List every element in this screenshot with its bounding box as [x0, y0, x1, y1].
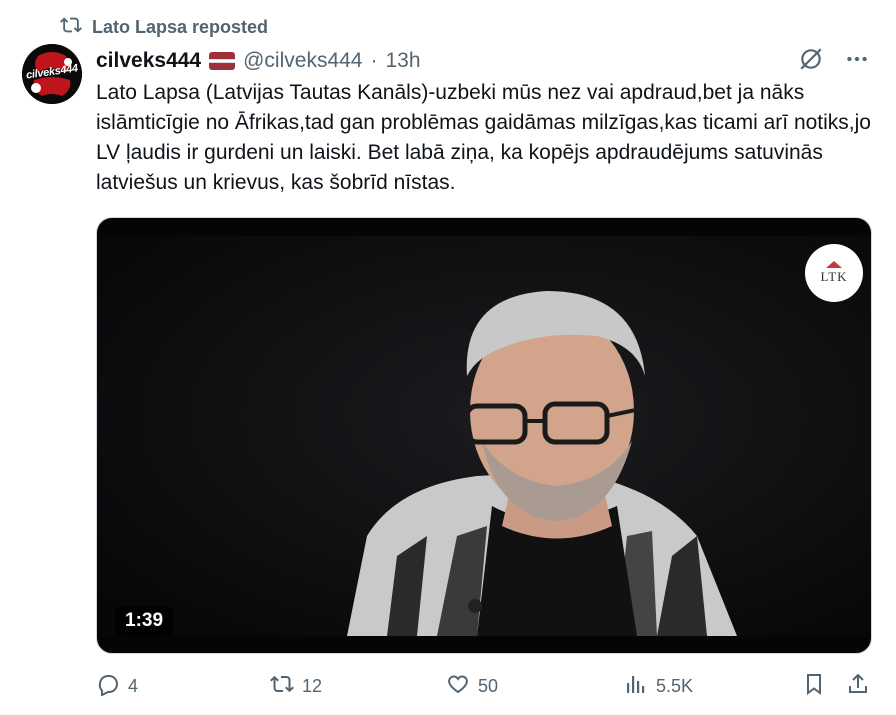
channel-logo-roof-icon — [826, 261, 842, 268]
action-bar: 4 12 50 5.5K — [96, 672, 876, 706]
reply-icon — [96, 672, 120, 701]
bookmark-button[interactable] — [802, 672, 826, 701]
like-button[interactable]: 50 — [446, 672, 498, 701]
video-thumbnail — [97, 236, 871, 636]
user-handle[interactable]: @cilveks444 — [243, 49, 362, 73]
video-duration: 1:39 — [115, 606, 174, 636]
channel-logo-text: LTK — [820, 269, 848, 284]
video-frame — [97, 236, 871, 636]
repost-indicator[interactable]: Lato Lapsa reposted — [60, 14, 268, 40]
post-time[interactable]: 13h — [385, 49, 420, 73]
latvia-flag-icon — [209, 52, 236, 70]
video-player[interactable]: LTK 1:39 — [96, 217, 872, 654]
reply-count: 4 — [128, 676, 139, 696]
share-icon — [846, 672, 870, 701]
repost-count: 12 — [302, 676, 323, 696]
heart-icon — [446, 672, 470, 701]
display-name[interactable]: cilveks444 — [96, 49, 201, 73]
reply-button[interactable]: 4 — [96, 672, 138, 701]
post-card[interactable]: Lato Lapsa reposted cilveks444 cilveks44… — [0, 0, 896, 715]
views-bar-chart-icon — [624, 672, 648, 701]
like-count: 50 — [478, 676, 499, 696]
separator-dot: · — [370, 49, 378, 72]
views-button[interactable]: 5.5K — [624, 672, 693, 701]
more-options-icon[interactable] — [844, 46, 870, 77]
post-header: cilveks444 @cilveks444 · 13h — [96, 44, 421, 78]
tweet-text: Lato Lapsa (Latvijas Tautas Kanāls)-uzbe… — [96, 81, 871, 194]
repost-action-icon — [270, 672, 294, 701]
share-button[interactable] — [846, 672, 870, 701]
repost-button[interactable]: 12 — [270, 672, 322, 701]
bookmark-icon — [802, 672, 826, 701]
view-count: 5.5K — [656, 676, 694, 696]
avatar[interactable]: cilveks444 — [22, 44, 82, 104]
grok-icon[interactable] — [798, 46, 824, 77]
channel-logo: LTK — [805, 244, 863, 302]
repost-label: Lato Lapsa reposted — [92, 16, 269, 37]
repost-icon — [60, 14, 82, 41]
header-actions — [798, 46, 870, 77]
